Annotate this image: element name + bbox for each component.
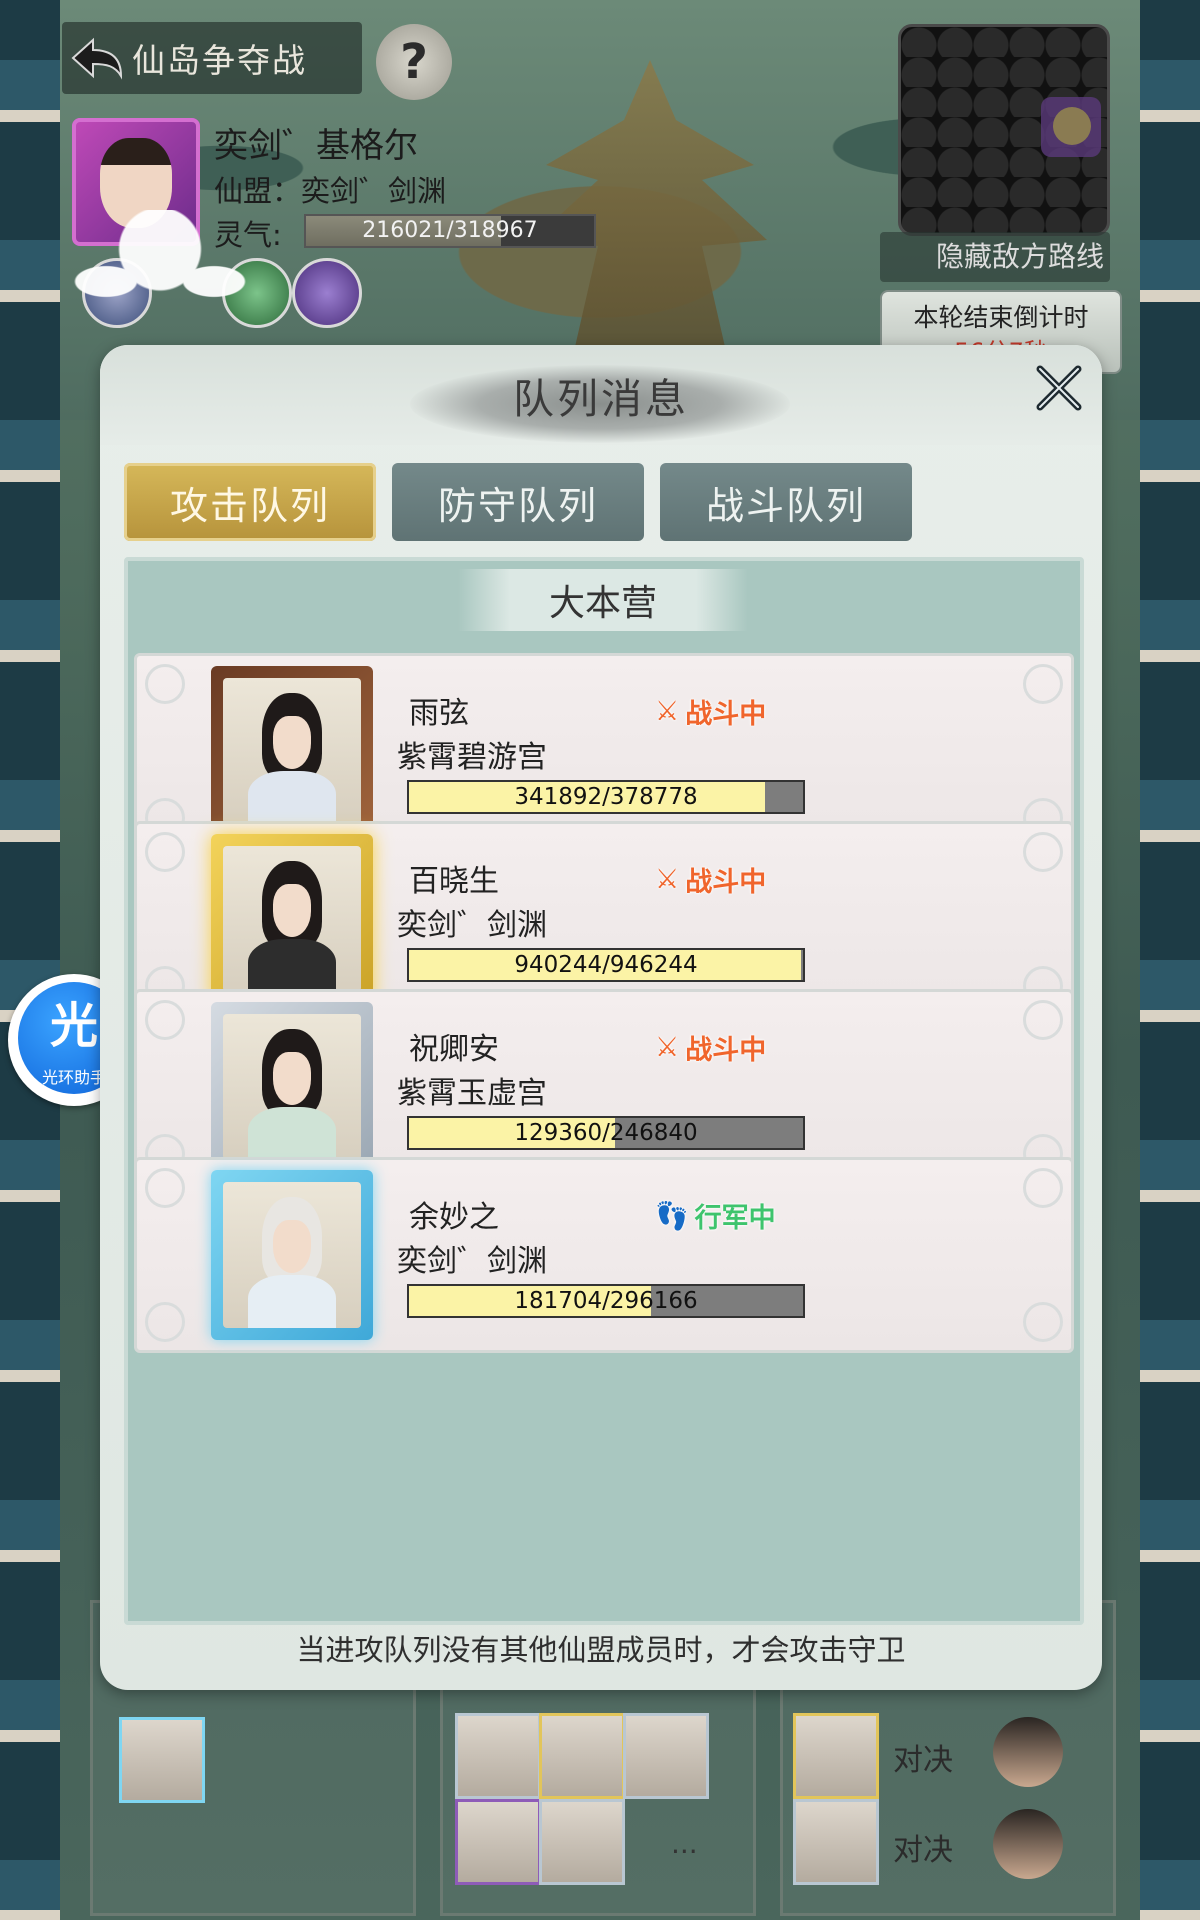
squad-avatar[interactable]	[793, 1799, 879, 1885]
member-avatar[interactable]	[211, 666, 373, 836]
squad-avatar[interactable]	[455, 1799, 541, 1885]
status-badge: ⚔ 战斗中	[655, 1028, 766, 1067]
spirit-bar: 216021/318967	[304, 214, 596, 248]
status-badge: 👣 行军中	[655, 1196, 776, 1235]
status-badge: ⚔ 战斗中	[655, 692, 766, 731]
queue-member-card[interactable]: 祝卿安 紫霄玉虚宫 ⚔ 战斗中 129360/246840	[134, 989, 1074, 1185]
right-border-decoration	[1140, 0, 1200, 1920]
corner-ornament	[1023, 664, 1063, 704]
squad-avatar[interactable]	[623, 1713, 709, 1799]
hp-value: 940244/946244	[514, 952, 698, 978]
member-name: 祝卿安	[409, 1032, 499, 1067]
status-text: 行军中	[694, 1203, 776, 1234]
footprints-icon: 👣	[655, 1200, 689, 1232]
left-border-decoration	[0, 0, 60, 1920]
queue-member-card[interactable]: 余妙之 奕剑゛剑渊 👣 行军中 181704/296166	[134, 1157, 1074, 1353]
member-sect: 奕剑゛剑渊	[397, 1244, 547, 1279]
hp-value: 129360/246840	[514, 1120, 698, 1146]
opponent-avatar[interactable]	[993, 1717, 1063, 1787]
more-indicator: ...	[671, 1827, 698, 1860]
queue-info-modal: 队列消息 攻击队列 防守队列 战斗队列 大本营 雨弦 紫霄碧游宫 ⚔ 战斗中 3…	[100, 345, 1102, 1690]
corner-ornament	[1023, 832, 1063, 872]
status-text: 战斗中	[685, 699, 767, 730]
close-icon	[1036, 365, 1082, 411]
member-name: 雨弦	[409, 696, 469, 731]
status-badge: ⚔ 战斗中	[655, 860, 766, 899]
crossed-swords-icon: ⚔	[655, 864, 680, 895]
corner-ornament	[1023, 1000, 1063, 1040]
member-name: 余妙之	[409, 1200, 499, 1235]
member-name: 百晓生	[409, 864, 499, 899]
footer-note: 当进攻队列没有其他仙盟成员时，才会攻击守卫	[296, 1633, 906, 1667]
hide-enemy-route-toggle[interactable]: 隐藏敌方路线	[880, 232, 1110, 282]
squad-avatar[interactable]	[455, 1713, 541, 1799]
tab-defense-queue[interactable]: 防守队列	[392, 463, 644, 541]
opponent-avatar[interactable]	[993, 1809, 1063, 1879]
help-button[interactable]: ?	[376, 24, 452, 100]
player-name: 奕剑゛基格尔	[214, 126, 418, 166]
back-bar[interactable]: 仙岛争夺战	[62, 22, 362, 94]
hp-bar: 129360/246840	[407, 1116, 805, 1150]
squad-avatar[interactable]	[119, 1717, 205, 1803]
status-text: 战斗中	[685, 867, 767, 898]
skill-icon-3[interactable]	[292, 258, 362, 328]
corner-ornament	[145, 1000, 185, 1040]
hp-bar: 341892/378778	[407, 780, 805, 814]
crossed-swords-icon: ⚔	[655, 1032, 680, 1063]
page-title: 仙岛争夺战	[132, 41, 307, 80]
hp-bar: 181704/296166	[407, 1284, 805, 1318]
section-title: 大本营	[458, 569, 748, 631]
tab-attack-queue[interactable]: 攻击队列	[124, 463, 376, 541]
duel-label: 对决	[893, 1833, 953, 1868]
player-league: 仙盟：奕剑゛剑渊	[214, 174, 447, 208]
close-button[interactable]	[1024, 353, 1094, 423]
castle-icon[interactable]	[1053, 107, 1091, 145]
countdown-label: 本轮结束倒计时	[913, 303, 1089, 332]
hp-value: 341892/378778	[514, 784, 698, 810]
member-avatar[interactable]	[211, 1002, 373, 1172]
squad-avatar[interactable]	[539, 1713, 625, 1799]
corner-ornament	[145, 832, 185, 872]
corner-ornament	[145, 1302, 185, 1342]
member-sect: 紫霄玉虚宫	[397, 1076, 547, 1111]
modal-header: 队列消息	[100, 345, 1102, 445]
queue-member-card[interactable]: 雨弦 紫霄碧游宫 ⚔ 战斗中 341892/378778	[134, 653, 1074, 849]
spirit-value: 216021/318967	[362, 218, 538, 243]
back-arrow-icon[interactable]	[62, 28, 132, 88]
modal-title: 队列消息	[513, 375, 689, 423]
queue-list-panel: 大本营 雨弦 紫霄碧游宫 ⚔ 战斗中 341892/378778 百晓生 奕剑゛…	[124, 557, 1084, 1625]
status-text: 战斗中	[685, 1035, 767, 1066]
bonsai-decoration-icon	[70, 210, 250, 340]
minimap[interactable]	[898, 24, 1110, 236]
corner-ornament	[145, 1168, 185, 1208]
crossed-swords-icon: ⚔	[655, 696, 680, 727]
member-avatar[interactable]	[211, 834, 373, 1004]
queue-member-card[interactable]: 百晓生 奕剑゛剑渊 ⚔ 战斗中 940244/946244	[134, 821, 1074, 1017]
tab-battle-queue[interactable]: 战斗队列	[660, 463, 912, 541]
member-avatar[interactable]	[211, 1170, 373, 1340]
member-sect: 奕剑゛剑渊	[397, 908, 547, 943]
corner-ornament	[1023, 1302, 1063, 1342]
member-sect: 紫霄碧游宫	[397, 740, 547, 775]
corner-ornament	[1023, 1168, 1063, 1208]
hp-bar: 940244/946244	[407, 948, 805, 982]
squad-avatar[interactable]	[793, 1713, 879, 1799]
hp-value: 181704/296166	[514, 1288, 698, 1314]
corner-ornament	[145, 664, 185, 704]
squad-avatar[interactable]	[539, 1799, 625, 1885]
duel-label: 对决	[893, 1743, 953, 1778]
